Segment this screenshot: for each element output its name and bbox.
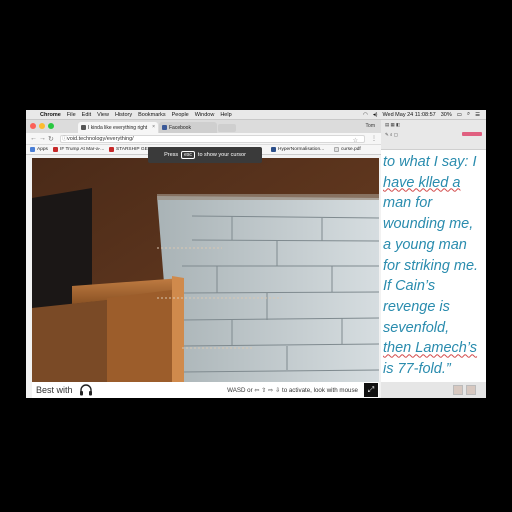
zoom-window-button[interactable]	[48, 123, 54, 129]
tab-void-technology[interactable]: I kinda like everything right ×	[78, 122, 158, 133]
toast-text-after: to show your cursor	[197, 152, 246, 158]
tab-facebook[interactable]: Facebook	[159, 122, 217, 133]
bookmark-trump[interactable]: IF Trump At Mar-a-...	[53, 147, 104, 152]
apps-icon	[30, 147, 35, 152]
menu-help[interactable]: Help	[220, 112, 231, 118]
verse-line: If Cain’s	[383, 278, 436, 295]
toolbar-accent	[462, 132, 482, 136]
verse-line: is 77-fold.”	[383, 361, 451, 378]
verse-line: have klled a	[383, 174, 461, 191]
desktop-screen: Chrome File Edit View History Bookmarks …	[26, 110, 486, 398]
menu-app-name[interactable]: Chrome	[40, 112, 61, 118]
bookmark-favicon-icon	[53, 147, 58, 152]
bookmark-curse-pdf[interactable]: curse.pdf	[334, 147, 361, 152]
verse-line: a young man	[383, 236, 467, 253]
page-favicon-icon	[81, 125, 86, 130]
bookmark-favicon-icon	[271, 147, 276, 152]
best-with-label: Best with	[36, 385, 73, 395]
url-text: void.technology/everything/	[67, 136, 134, 142]
toolbar-icons[interactable]: ✎ ⌕ ▢	[385, 132, 398, 138]
3d-scene	[32, 158, 379, 382]
clock-text[interactable]: Wed May 24 11:08:57	[382, 112, 435, 118]
menu-history[interactable]: History	[115, 112, 132, 118]
verse-line: sevenfold,	[383, 319, 450, 336]
page-info-icon[interactable]: ⓘ	[62, 136, 67, 143]
menu-people[interactable]: People	[172, 112, 189, 118]
tab-bar: I kinda like everything right × Facebook…	[26, 120, 381, 133]
forward-icon[interactable]: →	[39, 135, 46, 142]
experience-footer: Best with WASD or ⇦ ⇧ ⇨ ⇩ to activate, l…	[32, 382, 379, 398]
controls-hint: WASD or ⇦ ⇧ ⇨ ⇩ to activate, look with m…	[227, 386, 358, 394]
menu-file[interactable]: File	[67, 112, 76, 118]
verse-line: wounding me,	[383, 216, 474, 233]
bookmark-favicon-icon	[109, 147, 114, 152]
page-thumbnail[interactable]	[453, 385, 463, 395]
battery-icon[interactable]: ▭	[457, 112, 462, 118]
chrome-window: I kinda like everything right × Facebook…	[26, 120, 381, 398]
bookmark-hypernormalisation[interactable]: HyperNormalisation...	[271, 147, 324, 152]
volume-icon[interactable]: ◂)	[373, 112, 378, 118]
document-thumbnails	[381, 382, 486, 398]
back-icon[interactable]: ←	[30, 135, 37, 142]
recording-frame: Chrome File Edit View History Bookmarks …	[0, 0, 512, 512]
menu-window[interactable]: Window	[195, 112, 215, 118]
toast-text-before: Press	[164, 152, 179, 158]
tab-title: I kinda like everything right	[88, 125, 148, 131]
battery-text[interactable]: 30%	[441, 112, 452, 118]
tab-title: Facebook	[169, 125, 191, 131]
close-tab-icon[interactable]: ×	[152, 124, 155, 130]
verse-line: man for	[383, 195, 433, 212]
document-page[interactable]: to what I say: I have klled a man for wo…	[381, 150, 486, 382]
verse-line: then Lamech’s	[383, 340, 478, 357]
wifi-icon[interactable]: ◠	[363, 112, 368, 118]
toolbar-icons[interactable]: ▤ ▦ ◧	[385, 122, 400, 128]
pointer-lock-toast: Press esc to show your cursor	[148, 147, 262, 163]
glitch-band	[157, 194, 379, 200]
verse-line: to what I say: I	[383, 154, 477, 170]
status-area: ◠ ◂) Wed May 24 11:08:57 30% ▭ ⌕ ☰	[363, 111, 486, 118]
3d-viewport[interactable]	[32, 158, 379, 382]
verse-text: to what I say: I have klled a man for wo…	[383, 152, 486, 380]
fullscreen-icon[interactable]: ⤢	[364, 383, 378, 397]
search-icon[interactable]: ⌕	[467, 111, 470, 118]
document-window: ▤ ▦ ◧ ✎ ⌕ ▢ to what I say: I have klled …	[381, 120, 486, 398]
notification-icon[interactable]: ☰	[475, 112, 480, 118]
facebook-icon	[162, 125, 167, 130]
profile-button[interactable]: Tom	[366, 123, 375, 129]
address-bar-row: ← → ↻ ⓘ void.technology/everything/ ☆ ⋮	[26, 133, 381, 145]
verse-line: revenge is	[383, 298, 450, 315]
verse-line: for striking me.	[383, 257, 479, 274]
menu-edit[interactable]: Edit	[82, 112, 91, 118]
minimize-window-button[interactable]	[39, 123, 45, 129]
url-input[interactable]: ⓘ void.technology/everything/ ☆	[60, 135, 365, 145]
chrome-menu-icon[interactable]: ⋮	[371, 135, 377, 142]
new-tab-button[interactable]	[218, 124, 236, 132]
bookmark-apps[interactable]: Apps	[30, 147, 48, 152]
headphones-icon	[79, 384, 92, 396]
close-window-button[interactable]	[30, 123, 36, 129]
menu-bookmarks[interactable]: Bookmarks	[138, 112, 166, 118]
panel-wall	[157, 196, 379, 382]
file-icon	[334, 147, 339, 152]
menu-view[interactable]: View	[97, 112, 109, 118]
window-controls	[30, 123, 54, 129]
page-thumbnail[interactable]	[466, 385, 476, 395]
reload-icon[interactable]: ↻	[48, 135, 54, 143]
esc-key-label: esc	[181, 151, 195, 159]
bookmark-star-icon[interactable]: ☆	[353, 138, 358, 145]
menu-bar: Chrome File Edit View History Bookmarks …	[26, 110, 486, 120]
document-toolbar: ▤ ▦ ◧ ✎ ⌕ ▢	[381, 120, 486, 150]
